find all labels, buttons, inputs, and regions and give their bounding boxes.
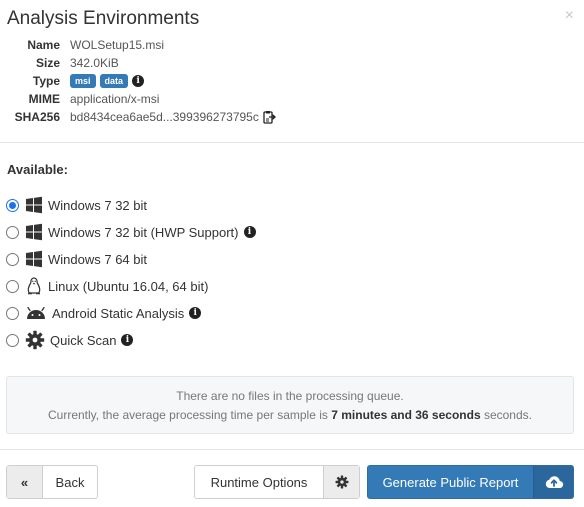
queue-status-text: There are no files in the processing que… bbox=[176, 389, 404, 403]
sha256-text: bd8434cea6ae5d...399396273795c bbox=[70, 110, 259, 124]
available-label: Available: bbox=[7, 162, 68, 177]
info-icon[interactable]: i bbox=[189, 307, 202, 319]
env-label: Android Static Analysis bbox=[52, 305, 185, 321]
double-chevron-left-icon: « bbox=[7, 466, 43, 498]
file-type-value: msi data i bbox=[70, 74, 145, 88]
android-icon bbox=[27, 306, 45, 319]
footer-divider bbox=[0, 449, 584, 450]
env-label: Windows 7 32 bit bbox=[48, 197, 147, 213]
meta-row-name: Name bbox=[0, 38, 60, 56]
processing-time-value: 7 minutes and 36 seconds bbox=[331, 408, 481, 422]
file-size-value: 342.0KiB bbox=[70, 56, 119, 70]
radio-button[interactable] bbox=[6, 225, 19, 239]
modal-title: Analysis Environments bbox=[7, 8, 200, 29]
file-mime-value: application/x-msi bbox=[70, 92, 160, 106]
env-label: Windows 7 64 bit bbox=[48, 251, 147, 267]
file-sha256-value: bd8434cea6ae5d...399396273795c bbox=[70, 110, 276, 124]
meta-key: Type bbox=[32, 74, 60, 88]
close-icon[interactable]: × bbox=[565, 8, 574, 24]
env-option-win7-32-hwp[interactable]: Windows 7 32 bit (HWP Support) i bbox=[6, 222, 256, 242]
meta-key: MIME bbox=[28, 92, 60, 106]
info-icon[interactable]: i bbox=[121, 334, 134, 346]
type-badge: msi bbox=[70, 74, 96, 88]
processing-time-prefix: Currently, the average processing time p… bbox=[47, 408, 332, 422]
copy-icon[interactable] bbox=[263, 110, 276, 124]
env-option-win7-32[interactable]: Windows 7 32 bit bbox=[6, 195, 147, 215]
generate-public-report-button[interactable]: Generate Public Report bbox=[367, 465, 574, 499]
windows-icon bbox=[26, 223, 42, 241]
env-label: Windows 7 32 bit (HWP Support) bbox=[48, 224, 239, 240]
meta-key: Size bbox=[35, 56, 60, 70]
meta-key: Name bbox=[27, 38, 60, 52]
modal-header: Analysis Environments × Name WOLSetup15.… bbox=[0, 0, 584, 143]
meta-row-sha256: SHA256 bbox=[0, 110, 60, 128]
env-option-linux[interactable]: Linux (Ubuntu 16.04, 64 bit) bbox=[6, 276, 208, 296]
windows-icon bbox=[26, 250, 42, 268]
gear-icon bbox=[323, 466, 359, 498]
meta-key: SHA256 bbox=[14, 110, 60, 124]
generate-report-label: Generate Public Report bbox=[382, 474, 519, 490]
processing-time-suffix: seconds. bbox=[480, 408, 532, 422]
type-badge: data bbox=[99, 74, 129, 88]
meta-row-size: Size bbox=[0, 56, 60, 74]
cloud-upload-icon bbox=[533, 466, 573, 498]
processing-time-text: Currently, the average processing time p… bbox=[7, 408, 573, 422]
info-icon[interactable]: i bbox=[243, 226, 256, 238]
env-option-android[interactable]: Android Static Analysis i bbox=[6, 303, 202, 323]
runtime-options-label: Runtime Options bbox=[210, 474, 308, 490]
gear-icon bbox=[25, 330, 45, 350]
file-name-value: WOLSetup15.msi bbox=[70, 38, 165, 52]
env-option-win7-64[interactable]: Windows 7 64 bit bbox=[6, 249, 147, 269]
back-button-label: Back bbox=[55, 474, 85, 490]
info-icon[interactable]: i bbox=[132, 75, 145, 87]
env-label: Quick Scan bbox=[50, 332, 117, 348]
radio-button[interactable] bbox=[6, 198, 19, 212]
runtime-options-button[interactable]: Runtime Options bbox=[194, 465, 360, 499]
radio-button[interactable] bbox=[6, 333, 19, 347]
back-button[interactable]: « Back bbox=[6, 465, 98, 499]
meta-row-mime: MIME bbox=[0, 92, 60, 110]
meta-row-type: Type bbox=[0, 74, 60, 92]
env-option-quick-scan[interactable]: Quick Scan i bbox=[6, 330, 134, 350]
radio-button[interactable] bbox=[6, 252, 19, 266]
radio-button[interactable] bbox=[6, 306, 19, 320]
radio-button[interactable] bbox=[6, 279, 19, 293]
windows-icon bbox=[26, 196, 42, 214]
linux-icon bbox=[27, 277, 41, 295]
queue-status-panel: There are no files in the processing que… bbox=[6, 376, 574, 434]
env-label: Linux (Ubuntu 16.04, 64 bit) bbox=[48, 278, 209, 294]
